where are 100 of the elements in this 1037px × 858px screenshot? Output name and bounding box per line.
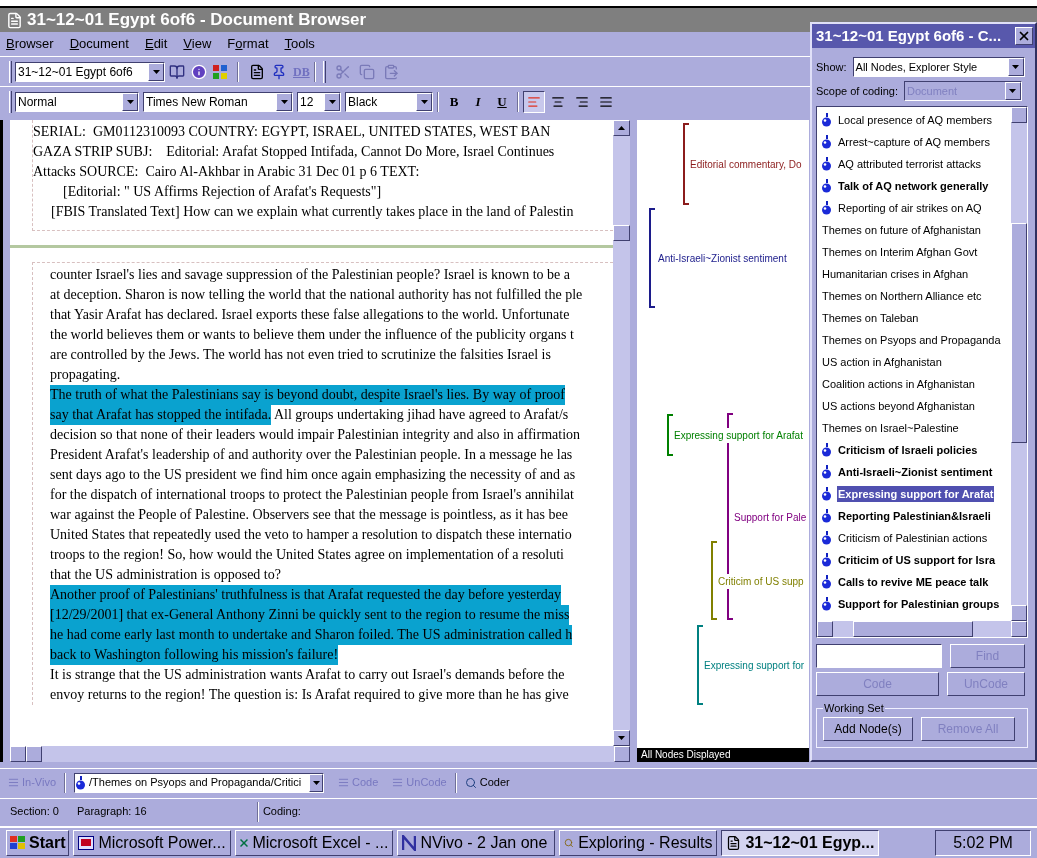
- scroll-thumb[interactable]: [613, 225, 630, 241]
- tree-item[interactable]: Reporting of air strikes on AQ: [817, 197, 1011, 219]
- scroll-down-button[interactable]: [1011, 605, 1027, 621]
- tree-item[interactable]: US action in Afghanistan: [817, 351, 1011, 373]
- scroll-thumb[interactable]: [853, 621, 973, 637]
- tree-item[interactable]: Themes on future of Afghanistan: [817, 219, 1011, 241]
- tree-item[interactable]: Themes on Northern Alliance etc: [817, 285, 1011, 307]
- up-arrow-icon[interactable]: [618, 126, 625, 130]
- scroll-left-button[interactable]: [10, 746, 26, 762]
- menu-item[interactable]: Browser: [6, 34, 54, 54]
- dropdown-button[interactable]: [324, 92, 340, 111]
- menu-item[interactable]: Tools: [284, 34, 315, 54]
- dropdown-button[interactable]: [276, 92, 292, 111]
- node-icon: [821, 465, 832, 479]
- align-left-icon: [527, 94, 541, 109]
- tree-item[interactable]: Humanitarian crises in Afghan: [817, 263, 1011, 285]
- tree-item[interactable]: AQ attributed terrorist attacks: [817, 153, 1011, 175]
- horizontal-scrollbar[interactable]: [817, 621, 1027, 637]
- tree-item[interactable]: Reporting Palestinian&Israeli: [817, 505, 1011, 527]
- tree-item[interactable]: Calls to revive ME peace talk: [817, 571, 1011, 593]
- coder-button[interactable]: Coder: [464, 774, 510, 791]
- clock: 5:02 PM: [935, 830, 1031, 856]
- tree-item[interactable]: Anti-Israeli~Zionist sentiment: [817, 461, 1011, 483]
- tree-item[interactable]: US actions beyond Afghanistan: [817, 395, 1011, 417]
- menu-item[interactable]: Format: [227, 34, 269, 54]
- coding-stripe[interactable]: [649, 208, 655, 308]
- menu-item[interactable]: View: [183, 34, 212, 54]
- scroll-right-button[interactable]: [1011, 621, 1027, 637]
- start-button[interactable]: Start: [6, 830, 70, 856]
- find-field[interactable]: [816, 644, 942, 668]
- align-left-button[interactable]: [523, 90, 545, 113]
- caret-icon: [126, 99, 134, 104]
- stripe-label: Expressing support for Arafat: [673, 428, 804, 443]
- close-button[interactable]: [1015, 27, 1033, 45]
- scroll-thumb[interactable]: [26, 746, 42, 762]
- tree-item[interactable]: Criticim of US support for Isra: [817, 549, 1011, 571]
- info-icon[interactable]: [191, 63, 207, 80]
- dropdown-button[interactable]: [309, 773, 324, 792]
- bold-button[interactable]: B: [443, 90, 465, 113]
- tree-item[interactable]: Support for Palestinian groups: [817, 593, 1011, 615]
- down-arrow-icon[interactable]: [618, 736, 625, 740]
- caret-icon: [152, 69, 160, 74]
- caret-icon: [420, 99, 428, 104]
- color-select[interactable]: Black: [345, 91, 433, 112]
- tree-item[interactable]: Criticism of Palestinian actions: [817, 527, 1011, 549]
- stripe-label: Expressing support for: [703, 658, 806, 673]
- tree-item[interactable]: Coalition actions in Afghanistan: [817, 373, 1011, 395]
- dropdown-button[interactable]: [1007, 58, 1024, 76]
- add-nodes-button[interactable]: Add Node(s): [823, 716, 913, 741]
- dropdown-button[interactable]: [148, 62, 164, 81]
- tree-item[interactable]: Arrest~capture of AQ members: [817, 131, 1011, 153]
- underline-button[interactable]: U: [491, 90, 513, 113]
- menu-item[interactable]: Document: [69, 34, 129, 54]
- pin-icon[interactable]: [271, 63, 287, 80]
- document-icon[interactable]: [249, 63, 265, 80]
- document-text: sent days ago to the US president we find him once again emphasizing the necessity of and as: [50, 466, 576, 484]
- taskbar-button[interactable]: NVivo - 2 Jan one: [397, 830, 556, 856]
- vertical-scrollbar[interactable]: [1011, 107, 1027, 621]
- tree-item[interactable]: Local presence of AQ members: [817, 109, 1011, 131]
- style-select[interactable]: Normal: [15, 91, 139, 112]
- document-text: counter Israel's lies and savage suppression of the Palestinian people? Israel is known to be a: [50, 266, 570, 284]
- scroll-right-button[interactable]: [614, 746, 630, 762]
- document-icon: [6, 11, 23, 29]
- node-icon: [821, 113, 832, 127]
- document-icon: [726, 835, 742, 851]
- taskbar-button[interactable]: 31~12~01 Egyp...: [721, 830, 880, 856]
- tree-item[interactable]: Themes on Israel~Palestine: [817, 417, 1011, 439]
- document-text: troops to the region! So, how would the United States agree on implementation of a resoluti: [50, 546, 564, 564]
- show-select[interactable]: All Nodes, Explorer Style: [852, 57, 1025, 77]
- stripe-label: Editorial commentary, Do: [689, 157, 803, 172]
- tree-item[interactable]: Themes on Psyops and Propaganda: [817, 329, 1011, 351]
- node-path-select[interactable]: /Themes on Psyops and Propaganda/Critici: [74, 772, 325, 793]
- magnifier-icon: [464, 776, 477, 789]
- tree-item[interactable]: Criticism of Israeli policies: [817, 439, 1011, 461]
- horizontal-scrollbar[interactable]: [10, 746, 630, 762]
- scroll-up-button[interactable]: [1011, 107, 1027, 123]
- taskbar-button[interactable]: Microsoft Excel - ...: [235, 830, 394, 856]
- scroll-left-button[interactable]: [817, 621, 833, 637]
- file-select[interactable]: 31~12~01 Egypt 6of6: [15, 61, 165, 82]
- menu-item[interactable]: Edit: [144, 34, 168, 54]
- taskbar-button[interactable]: Exploring - Results: [559, 830, 718, 856]
- taskbar-button[interactable]: Microsoft Power...: [73, 830, 232, 856]
- working-set-legend: Working Set: [823, 700, 885, 717]
- node-icon: [75, 775, 87, 790]
- font-select[interactable]: Times New Roman: [143, 91, 293, 112]
- dropdown-button[interactable]: [122, 92, 138, 111]
- caret-icon: [1009, 89, 1017, 93]
- vertical-scrollbar[interactable]: [613, 120, 630, 746]
- tree-item[interactable]: Themes on Interim Afghan Govt: [817, 241, 1011, 263]
- scroll-thumb[interactable]: [1011, 223, 1027, 443]
- italic-button[interactable]: I: [467, 90, 489, 113]
- book-icon[interactable]: [169, 63, 185, 80]
- dropdown-button[interactable]: [416, 92, 432, 111]
- slides-icon: [78, 836, 95, 850]
- tree-item[interactable]: Themes on Taleban: [817, 307, 1011, 329]
- color-grid-icon[interactable]: [213, 64, 227, 79]
- tree-item[interactable]: Talk of AQ network generally: [817, 175, 1011, 197]
- size-select[interactable]: 12: [297, 91, 341, 112]
- document-text: the world believes them or wants to believe them under the influence of the publicity organs t: [50, 326, 574, 344]
- document-text: for the dispatch of international troops to protect the Palestinian people from Israel's annihilat: [50, 486, 574, 504]
